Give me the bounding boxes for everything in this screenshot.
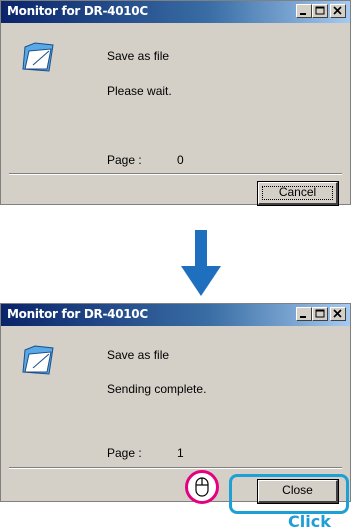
separator [9, 467, 342, 469]
down-arrow-icon [181, 230, 221, 296]
separator [9, 173, 342, 175]
minimize-button[interactable] [296, 4, 312, 18]
close-window-button[interactable] [330, 4, 346, 18]
mouse-indicator [185, 470, 219, 504]
maximize-button[interactable] [312, 307, 328, 321]
page-label: Page : [107, 446, 142, 460]
operation-label: Save as file [107, 348, 170, 362]
focus-rect [262, 186, 333, 200]
maximize-button[interactable] [312, 4, 328, 18]
title-bar: Monitor for DR-4010C [1, 1, 350, 23]
page-label: Page : [107, 153, 142, 167]
mouse-icon [195, 477, 209, 497]
minimize-button[interactable] [296, 307, 312, 321]
page-count: 0 [177, 153, 184, 167]
operation-label: Save as file [107, 49, 170, 63]
cancel-button[interactable]: Cancel [257, 181, 339, 206]
folder-icon [22, 345, 54, 375]
page-count: 1 [177, 446, 184, 460]
click-label: Click [288, 512, 331, 531]
window-title: Monitor for DR-4010C [7, 307, 148, 321]
close-window-button[interactable] [330, 307, 346, 321]
title-bar: Monitor for DR-4010C [1, 304, 350, 326]
monitor-window-before: Monitor for DR-4010C Save as file Please… [0, 0, 351, 206]
status-message: Sending complete. [107, 382, 207, 396]
status-message: Please wait. [107, 84, 172, 98]
window-title: Monitor for DR-4010C [7, 4, 148, 18]
monitor-window-after: Monitor for DR-4010C Save as file Sendin… [0, 303, 351, 504]
close-button-highlight [229, 474, 349, 514]
folder-icon [22, 42, 54, 72]
